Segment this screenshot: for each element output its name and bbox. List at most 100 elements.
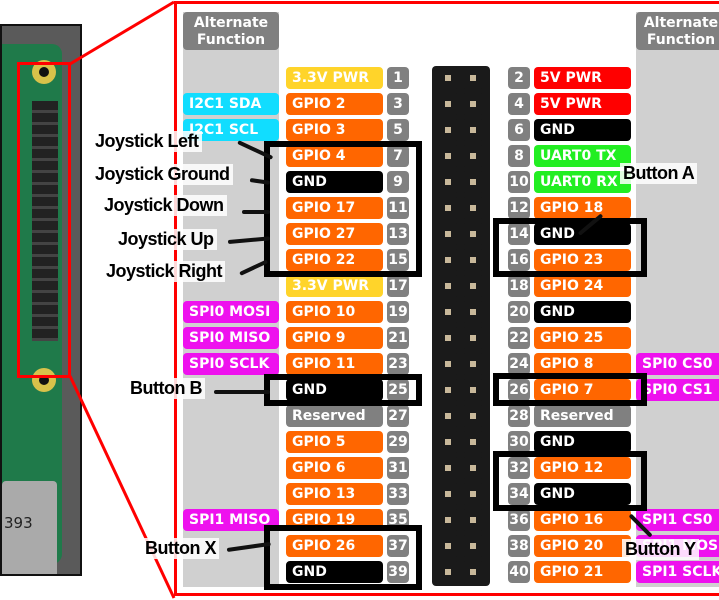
alt-function-left: SPI0 SCLK	[183, 353, 279, 375]
header-pin-4	[462, 93, 484, 115]
pin-name-4: 5V PWR	[534, 93, 631, 115]
pin-name-8: UART0 TX	[534, 145, 631, 167]
header-pin-2	[462, 67, 484, 89]
header-pin-38	[462, 535, 484, 557]
header-pin-15	[437, 249, 459, 271]
label-joystick-ground: Joystick Ground	[92, 164, 233, 185]
pin-number-22: 22	[508, 327, 530, 349]
highlight-button-y	[493, 451, 647, 511]
label-joystick-left: Joystick Left	[92, 131, 202, 152]
pin-name-31: GPIO 6	[286, 457, 383, 479]
right-alt-title: Alternate Function	[636, 12, 719, 50]
header-pin-20	[462, 301, 484, 323]
label-button-x: Button X	[142, 538, 219, 559]
zoom-line-top	[69, 0, 175, 66]
zoom-line-bottom	[68, 375, 176, 599]
pin-name-30: GND	[534, 431, 631, 453]
header-pin-5	[437, 119, 459, 141]
label-button-b: Button B	[127, 378, 205, 399]
leader-line	[214, 390, 270, 394]
pin-name-12: GPIO 18	[534, 197, 631, 219]
alt-function-right: SPI1 CS0	[636, 509, 719, 531]
pin-number-31: 31	[387, 457, 409, 479]
pin-name-28: Reserved	[534, 405, 631, 427]
header-pin-23	[437, 353, 459, 375]
pin-name-10: UART0 RX	[534, 171, 631, 193]
header-pin-3	[437, 93, 459, 115]
pin-name-5: GPIO 3	[286, 119, 383, 141]
alt-function-left: SPI0 MISO	[183, 327, 279, 349]
header-pin-37	[437, 535, 459, 557]
pin-number-24: 24	[508, 353, 530, 375]
pin-name-27: Reserved	[286, 405, 383, 427]
pin-name-2: 5V PWR	[534, 67, 631, 89]
pin-name-23: GPIO 11	[286, 353, 383, 375]
label-button-y: Button Y	[622, 539, 699, 560]
gpio-header	[432, 66, 490, 586]
header-pin-21	[437, 327, 459, 349]
header-pin-33	[437, 483, 459, 505]
header-pin-14	[462, 223, 484, 245]
pin-number-33: 33	[387, 483, 409, 505]
pin-name-3: GPIO 2	[286, 93, 383, 115]
header-pin-16	[462, 249, 484, 271]
pin-number-5: 5	[387, 119, 409, 141]
header-pin-8	[462, 145, 484, 167]
highlight-button-a	[493, 218, 647, 277]
pin-number-19: 19	[387, 301, 409, 323]
header-pin-32	[462, 457, 484, 479]
pin-number-8: 8	[508, 145, 530, 167]
pin-number-27: 27	[387, 405, 409, 427]
label-joystick-down: Joystick Down	[101, 195, 227, 216]
pin-number-12: 12	[508, 197, 530, 219]
pin-number-21: 21	[387, 327, 409, 349]
header-pin-29	[437, 431, 459, 453]
header-pin-22	[462, 327, 484, 349]
header-pin-6	[462, 119, 484, 141]
pin-name-36: GPIO 16	[534, 509, 631, 531]
leader-line	[242, 210, 270, 214]
header-pin-17	[437, 275, 459, 297]
header-pin-19	[437, 301, 459, 323]
pin-number-2: 2	[508, 67, 530, 89]
header-pin-12	[462, 197, 484, 219]
header-pin-1	[437, 67, 459, 89]
pin-name-20: GND	[534, 301, 631, 323]
pin-name-40: GPIO 21	[534, 561, 631, 583]
header-pin-18	[462, 275, 484, 297]
alt-function-left: SPI0 MOSI	[183, 301, 279, 323]
pin-name-24: GPIO 8	[534, 353, 631, 375]
alt-function-right: SPI0 CS0	[636, 353, 719, 375]
pin-number-40: 40	[508, 561, 530, 583]
alt-function-right: SPI1 SCLK	[636, 561, 719, 583]
pin-number-20: 20	[508, 301, 530, 323]
pin-name-33: GPIO 13	[286, 483, 383, 505]
pin-name-21: GPIO 9	[286, 327, 383, 349]
header-pin-11	[437, 197, 459, 219]
header-pin-30	[462, 431, 484, 453]
header-pin-10	[462, 171, 484, 193]
pin-name-19: GPIO 10	[286, 301, 383, 323]
alt-function-right: SPI0 CS1	[636, 379, 719, 401]
header-pin-13	[437, 223, 459, 245]
header-pin-28	[462, 405, 484, 427]
pin-number-38: 38	[508, 535, 530, 557]
pin-number-30: 30	[508, 431, 530, 453]
highlight-joystick	[264, 141, 422, 277]
label-joystick-up: Joystick Up	[115, 229, 217, 250]
pin-number-6: 6	[508, 119, 530, 141]
header-pin-34	[462, 483, 484, 505]
header-pin-24	[462, 353, 484, 375]
pin-name-29: GPIO 5	[286, 431, 383, 453]
header-pin-36	[462, 509, 484, 531]
header-pin-27	[437, 405, 459, 427]
pin-number-1: 1	[387, 67, 409, 89]
pin-name-17: 3.3V PWR	[286, 275, 383, 297]
header-pin-31	[437, 457, 459, 479]
highlight-button-x	[264, 525, 422, 590]
header-pin-40	[462, 561, 484, 583]
header-pin-25	[437, 379, 459, 401]
pin-number-18: 18	[508, 275, 530, 297]
pin-name-22: GPIO 25	[534, 327, 631, 349]
pin-name-1: 3.3V PWR	[286, 67, 383, 89]
